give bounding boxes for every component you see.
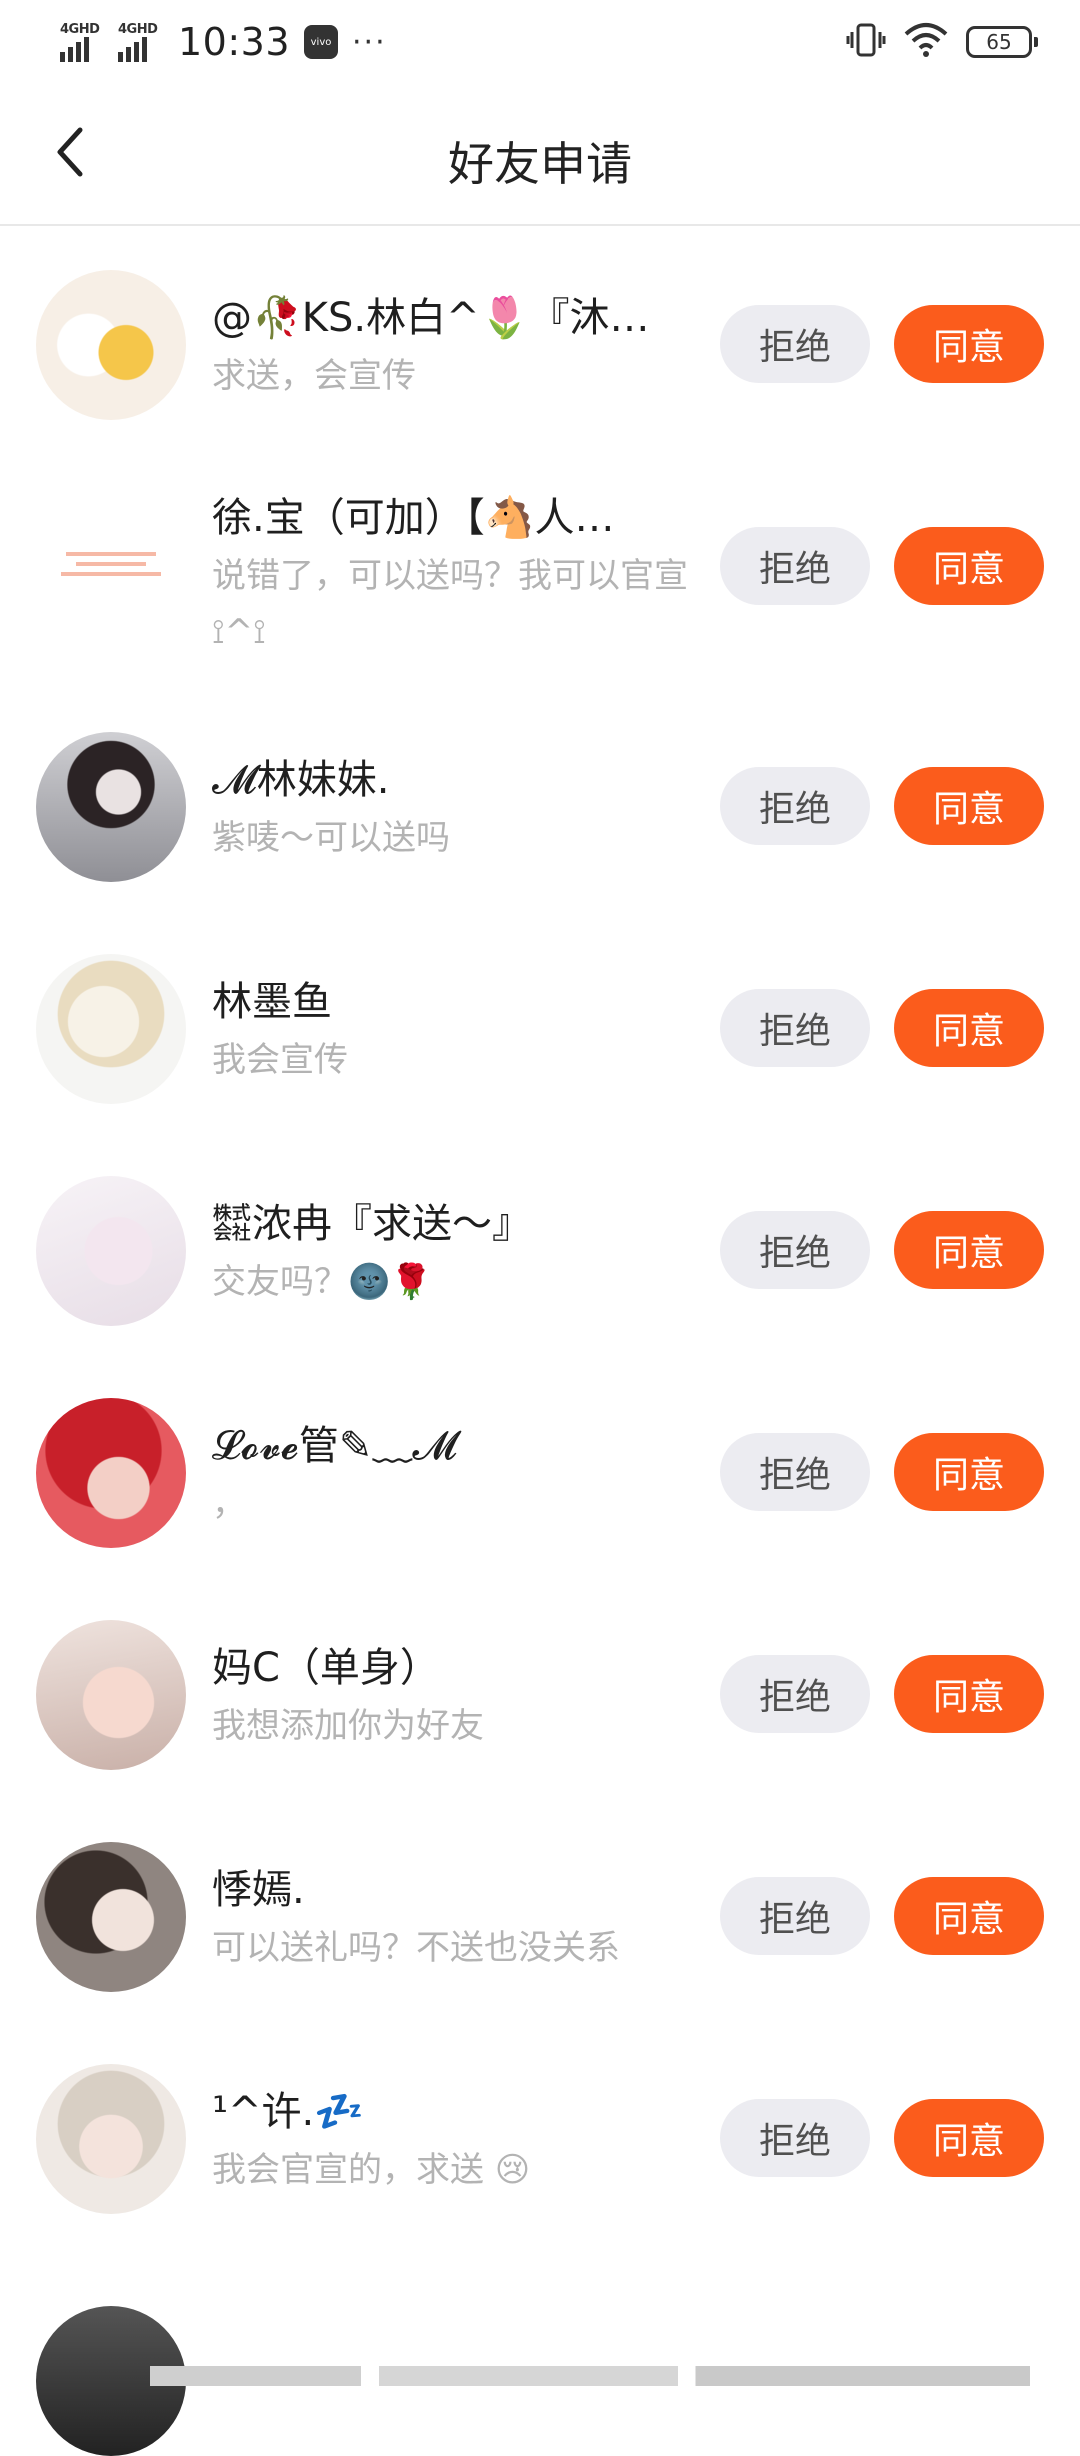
signal-group: 4GHD 4GHD bbox=[60, 22, 164, 62]
requester-name: 悸嫣. bbox=[212, 1867, 305, 1913]
request-message: 可以送礼吗？不送也没关系 bbox=[212, 1928, 620, 1968]
accept-button[interactable]: 同意 bbox=[894, 1433, 1044, 1511]
request-text: 林墨鱼 我会宣传 bbox=[212, 974, 688, 1088]
request-message: 紫唛～可以送吗 bbox=[212, 818, 450, 858]
request-text: ¹^许.💤 我会官宣的，求送 😢 bbox=[212, 2084, 688, 2198]
accept-button[interactable]: 同意 bbox=[894, 305, 1044, 383]
reject-button[interactable]: 拒绝 bbox=[720, 305, 870, 383]
friend-request-row: 妈C（单身） 我想添加你为好友 拒绝 同意 bbox=[0, 1600, 1080, 1822]
friend-request-row: 𝓜林妹妹. 紫唛～可以送吗 拒绝 同意 bbox=[0, 712, 1080, 934]
reject-button[interactable]: 拒绝 bbox=[720, 2099, 870, 2177]
wifi-icon bbox=[904, 22, 948, 62]
status-bar: 4GHD 4GHD 10:33 vivo ··· 65 bbox=[0, 0, 1080, 84]
avatar[interactable] bbox=[36, 1176, 186, 1326]
requester-name: ¹^许.💤 bbox=[212, 2089, 365, 2135]
reject-button[interactable]: 拒绝 bbox=[720, 527, 870, 605]
network-type-label: 4GHD bbox=[118, 22, 158, 37]
requester-name: 妈C（单身） bbox=[212, 1645, 440, 1691]
avatar-text-image bbox=[61, 552, 161, 576]
reject-button[interactable]: 拒绝 bbox=[720, 1877, 870, 1955]
reject-button[interactable]: 拒绝 bbox=[720, 767, 870, 845]
friend-request-row: ㍿浓冉『求送～』 交友吗？🌚🌹 拒绝 同意 bbox=[0, 1156, 1080, 1378]
friend-request-list: @🥀KS.林白^🌷『沐… 求送，会宣传 拒绝 同意 徐.宝（可加）【🐴人… 说错… bbox=[0, 228, 1080, 2456]
friend-request-row: ¹^许.💤 我会官宣的，求送 😢 拒绝 同意 bbox=[0, 2044, 1080, 2266]
request-text: 𝓜林妹妹. 紫唛～可以送吗 bbox=[212, 752, 688, 866]
battery-icon: 65 bbox=[966, 26, 1038, 58]
avatar[interactable] bbox=[36, 1842, 186, 1992]
vivo-app-icon: vivo bbox=[304, 25, 339, 59]
avatar[interactable] bbox=[36, 1398, 186, 1548]
cellular-signal-icon: 4GHD bbox=[118, 22, 164, 62]
friend-request-row: 林墨鱼 我会宣传 拒绝 同意 bbox=[0, 934, 1080, 1156]
friend-request-row: @🥀KS.林白^🌷『沐… 求送，会宣传 拒绝 同意 bbox=[0, 228, 1080, 450]
requester-name: 林墨鱼 bbox=[212, 979, 332, 1025]
reject-button[interactable]: 拒绝 bbox=[720, 989, 870, 1067]
request-message: ， bbox=[212, 1484, 246, 1524]
header: 好友申请 bbox=[0, 84, 1080, 226]
request-text: ㍿浓冉『求送～』 交友吗？🌚🌹 bbox=[212, 1196, 688, 1310]
vibrate-icon bbox=[846, 20, 886, 64]
avatar[interactable] bbox=[36, 954, 186, 1104]
accept-button[interactable]: 同意 bbox=[894, 2099, 1044, 2177]
friend-request-row: 徐.宝（可加）【🐴人… 说错了，可以送吗？我可以官宣⟟^⟟ 拒绝 同意 bbox=[0, 450, 1080, 712]
more-notifications-icon: ··· bbox=[352, 24, 387, 60]
reject-button[interactable]: 拒绝 bbox=[720, 1655, 870, 1733]
request-text: 妈C（单身） 我想添加你为好友 bbox=[212, 1640, 688, 1754]
status-time: 10:33 bbox=[178, 20, 291, 64]
cellular-signal-icon: 4GHD bbox=[60, 22, 106, 62]
page-title: 好友申请 bbox=[448, 137, 632, 191]
avatar[interactable] bbox=[36, 2064, 186, 2214]
request-message: 我会官宣的，求送 😢 bbox=[212, 2150, 531, 2190]
request-text: 徐.宝（可加）【🐴人… 说错了，可以送吗？我可以官宣⟟^⟟ bbox=[212, 490, 688, 660]
request-message: 求送，会宣传 bbox=[212, 356, 416, 396]
request-message: 我会宣传 bbox=[212, 1040, 348, 1080]
accept-button[interactable]: 同意 bbox=[894, 527, 1044, 605]
friend-request-row: 悸嫣. 可以送礼吗？不送也没关系 拒绝 同意 bbox=[0, 1822, 1080, 2044]
accept-button[interactable]: 同意 bbox=[894, 1655, 1044, 1733]
requester-name: 𝓜林妹妹. bbox=[212, 757, 390, 803]
avatar[interactable] bbox=[36, 270, 186, 420]
request-text: @🥀KS.林白^🌷『沐… 求送，会宣传 bbox=[212, 290, 688, 404]
avatar[interactable] bbox=[36, 732, 186, 882]
request-text: 悸嫣. 可以送礼吗？不送也没关系 bbox=[212, 1862, 688, 1976]
request-text: 𝓛𝓸𝓿𝓮管✎﹏𝓜 ， bbox=[212, 1418, 688, 1532]
accept-button[interactable]: 同意 bbox=[894, 1877, 1044, 1955]
network-type-label: 4GHD bbox=[60, 22, 100, 37]
requester-name: @🥀KS.林白^🌷『沐… bbox=[212, 295, 650, 341]
accept-button[interactable]: 同意 bbox=[894, 767, 1044, 845]
loading-placeholder bbox=[150, 2366, 1030, 2386]
friend-request-row: 𝓛𝓸𝓿𝓮管✎﹏𝓜 ， 拒绝 同意 bbox=[0, 1378, 1080, 1600]
avatar[interactable] bbox=[36, 1620, 186, 1770]
reject-button[interactable]: 拒绝 bbox=[720, 1211, 870, 1289]
friend-request-row-partial bbox=[0, 2266, 1080, 2456]
request-message: 说错了，可以送吗？我可以官宣⟟^⟟ bbox=[212, 556, 688, 652]
requester-name: 𝓛𝓸𝓿𝓮管✎﹏𝓜 bbox=[212, 1423, 458, 1469]
requester-name: 徐.宝（可加）【🐴人… bbox=[212, 495, 615, 541]
accept-button[interactable]: 同意 bbox=[894, 989, 1044, 1067]
requester-name: ㍿浓冉『求送～』 bbox=[212, 1201, 532, 1247]
accept-button[interactable]: 同意 bbox=[894, 1211, 1044, 1289]
avatar[interactable] bbox=[36, 490, 186, 640]
request-message: 我想添加你为好友 bbox=[212, 1706, 484, 1746]
request-message: 交友吗？🌚🌹 bbox=[212, 1262, 433, 1302]
reject-button[interactable]: 拒绝 bbox=[720, 1433, 870, 1511]
